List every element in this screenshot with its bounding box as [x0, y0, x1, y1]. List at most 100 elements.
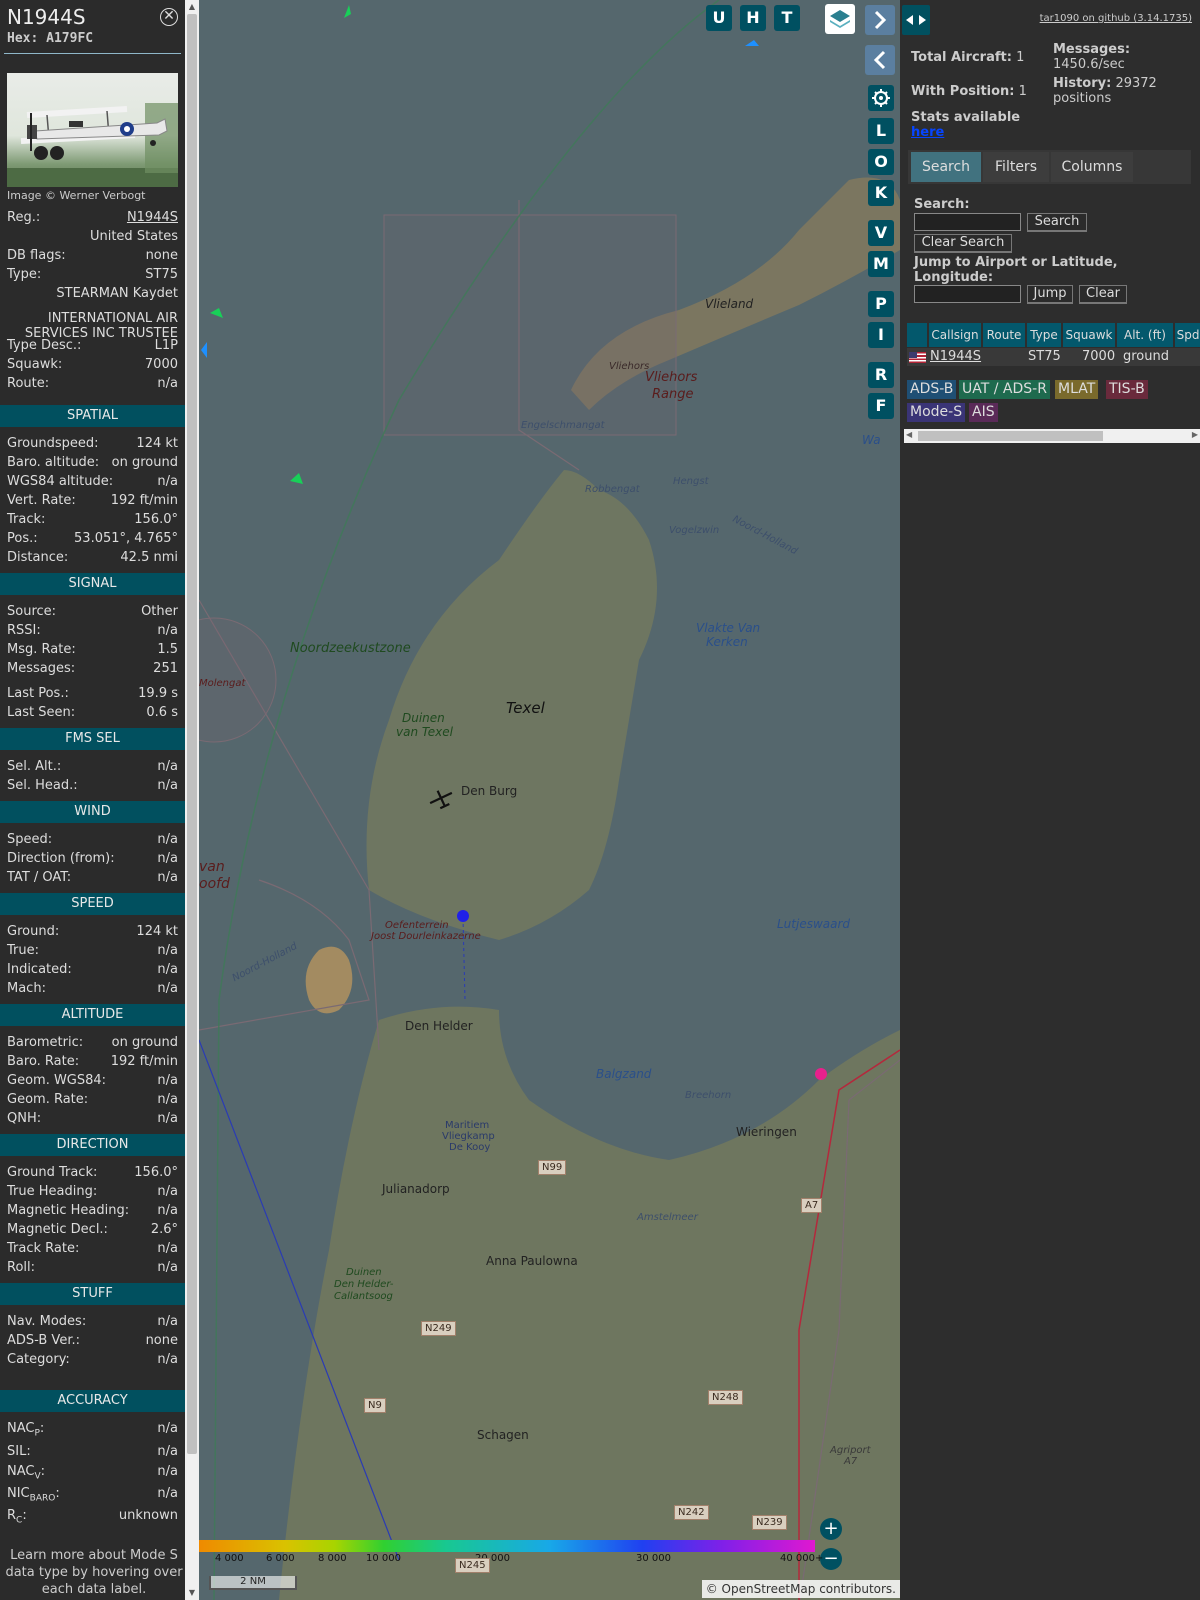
place-label: Breehorn [685, 1090, 732, 1101]
source-badge-tisb: TIS-B [1106, 380, 1148, 399]
jump-input[interactable] [914, 285, 1021, 303]
tab-filters[interactable]: Filters [983, 152, 1049, 182]
sidebar-toggle-button[interactable] [902, 5, 930, 35]
true-speed-row: True: n/a [7, 943, 178, 958]
place-label: A7 [844, 1456, 858, 1467]
total-aircraft: Total Aircraft: 1 [911, 50, 1025, 65]
toggle-p-button[interactable]: P [868, 291, 894, 317]
sel-alt-row: Sel. Alt.: n/a [7, 759, 178, 774]
scroll-right-icon[interactable]: ▶ [1192, 430, 1198, 439]
stats-available: Stats available here [911, 110, 1021, 140]
table-header-speed[interactable]: Spd. [1175, 323, 1200, 347]
clear-search-button[interactable]: Clear Search [914, 234, 1012, 253]
row-callsign[interactable]: N1944S [930, 349, 981, 365]
road-shield: N99 [538, 1160, 567, 1175]
sel-head-row: Sel. Head.: n/a [7, 778, 178, 793]
registration-link[interactable]: N1944S [127, 210, 178, 225]
row-squawk: 7000 [1082, 349, 1116, 364]
place-label: Wieringen [736, 1125, 797, 1139]
mach-row: Mach: n/a [7, 981, 178, 996]
road-shield: N239 [752, 1515, 787, 1530]
history-stat: History: 29372 positions [1053, 76, 1157, 106]
legend-tick: 40 000+ [780, 1553, 824, 1564]
place-label: Amstelmeer [637, 1212, 698, 1223]
github-link[interactable]: tar1090 on github (3.14.1735) [1040, 13, 1192, 24]
place-label: Den Helder [405, 1019, 473, 1033]
legend-tick: 6 000 [266, 1553, 295, 1564]
aircraft-photo[interactable] [7, 73, 178, 187]
dbflags-row: DB flags: none [7, 248, 178, 263]
scroll-thumb[interactable] [918, 431, 1103, 441]
place-label: Vogelzwin [669, 525, 720, 536]
toggle-k-button[interactable]: K [868, 180, 894, 206]
place-label: Callantsoog [334, 1291, 393, 1302]
toggle-l-button[interactable]: L [868, 118, 894, 144]
wind-direction-row: Direction (from): n/a [7, 851, 178, 866]
section-wind: WIND [0, 801, 185, 823]
table-header-callsign[interactable]: Callsign [929, 323, 981, 347]
place-label: Anna Paulowna [486, 1254, 578, 1268]
search-input[interactable] [914, 213, 1021, 231]
layers-button[interactable] [825, 4, 855, 34]
wgs-alt-row: WGS84 altitude: n/a [7, 474, 178, 489]
toggle-h-button[interactable]: H [740, 5, 766, 31]
table-header-altitude[interactable]: Alt. (ft) [1117, 323, 1173, 347]
road-shield: N249 [421, 1321, 456, 1336]
indicated-speed-row: Indicated: n/a [7, 962, 178, 977]
legend-tick: 10 000 [366, 1553, 401, 1564]
source-badge-adsb: ADS-B [907, 380, 957, 399]
table-horizontal-scrollbar[interactable]: ◀ ▶ [904, 429, 1200, 443]
jump-button[interactable]: Jump [1027, 285, 1073, 304]
image-credit: Image © Werner Verbogt [7, 189, 146, 202]
section-fms: FMS SEL [0, 728, 185, 750]
search-button[interactable]: Search [1027, 213, 1087, 232]
place-label: Wa [862, 433, 881, 447]
ground-track-row: Ground Track: 156.0° [7, 1165, 178, 1180]
toggle-i-button[interactable]: I [868, 322, 894, 348]
stats-link[interactable]: here [911, 125, 944, 140]
map[interactable]: + − 4 000 6 000 8 000 10 000 20 000 30 0… [199, 0, 900, 1600]
road-shield: N242 [674, 1505, 709, 1520]
table-header-route[interactable]: Route [983, 323, 1025, 347]
position-row: Pos.: 53.051°, 4.765° [7, 531, 178, 546]
baro-rate-row: Baro. Rate: 192 ft/min [7, 1054, 178, 1069]
place-label: Vliehors [645, 370, 698, 385]
scroll-up-icon[interactable]: ▲ [185, 0, 199, 14]
tab-columns[interactable]: Columns [1051, 152, 1133, 182]
place-label: van Texel [396, 725, 453, 739]
nav-modes-row: Nav. Modes: n/a [7, 1314, 178, 1329]
place-label: Den Helder- [334, 1279, 394, 1290]
nic-baro-row: NICBARO: n/a [7, 1486, 178, 1504]
map-attribution[interactable]: © OpenStreetMap contributors. [701, 1580, 900, 1598]
route-row: Route: n/a [7, 376, 178, 391]
place-label: Range [652, 387, 694, 402]
groundspeed-row: Groundspeed: 124 kt [7, 436, 178, 451]
map-canvas: + − [199, 0, 900, 1600]
source-row: Source: Other [7, 604, 178, 619]
tab-search[interactable]: Search [911, 152, 981, 182]
info-panel-scrollbar[interactable]: ▲ ▼ [185, 0, 199, 1600]
toggle-t-button[interactable]: T [774, 5, 800, 31]
source-badge-ais: AIS [969, 403, 998, 422]
table-header-type[interactable]: Type [1027, 323, 1061, 347]
toggle-m-button[interactable]: M [868, 251, 894, 277]
scroll-down-icon[interactable]: ▼ [185, 1586, 199, 1600]
legend-tick: 8 000 [318, 1553, 347, 1564]
toggle-f-button[interactable]: F [868, 393, 894, 419]
table-header-squawk[interactable]: Squawk [1063, 323, 1115, 347]
toggle-v-button[interactable]: V [868, 220, 894, 246]
tat-oat-row: TAT / OAT: n/a [7, 870, 178, 885]
scroll-left-icon[interactable]: ◀ [906, 430, 912, 439]
scroll-thumb[interactable] [187, 14, 197, 1454]
clear-button[interactable]: Clear [1079, 285, 1127, 304]
divider [4, 53, 181, 54]
place-label: van [199, 859, 225, 875]
toggle-r-button[interactable]: R [868, 362, 894, 388]
settings-gear-icon[interactable] [868, 85, 894, 111]
table-header-flag[interactable] [907, 323, 927, 347]
close-icon[interactable]: ✕ [160, 8, 178, 26]
expand-right-icon[interactable] [865, 5, 895, 35]
collapse-left-icon[interactable] [865, 45, 895, 75]
toggle-u-button[interactable]: U [706, 5, 732, 31]
toggle-o-button[interactable]: O [868, 149, 894, 175]
